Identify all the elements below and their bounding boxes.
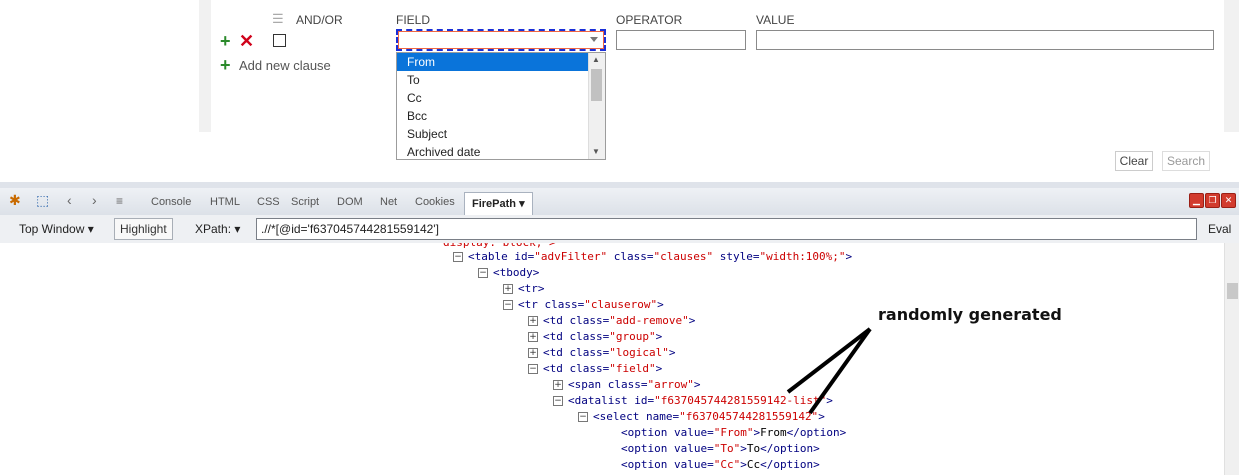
option-to[interactable]: To xyxy=(397,71,590,89)
tree-node[interactable]: <td class="group"> xyxy=(543,329,662,345)
option-from[interactable]: From xyxy=(397,53,590,71)
tree-node[interactable]: <option value="From">From</option> xyxy=(621,425,846,441)
collapse-icon[interactable]: − xyxy=(453,252,463,262)
tree-node[interactable]: <td class="add-remove"> xyxy=(543,313,695,329)
forward-icon[interactable]: › xyxy=(92,192,97,208)
chevron-down-icon[interactable]: ▼ xyxy=(592,147,600,156)
expand-icon[interactable]: + xyxy=(528,332,538,342)
tree-node[interactable]: <span class="arrow"> xyxy=(568,377,700,393)
highlight-button[interactable]: Highlight xyxy=(114,218,173,240)
tree-scrollbar[interactable] xyxy=(1224,243,1239,475)
close-icon[interactable]: ✕ xyxy=(1221,193,1236,208)
collapse-icon[interactable]: − xyxy=(528,364,538,374)
option-archived-date[interactable]: Archived date xyxy=(397,143,590,159)
command-line-icon[interactable]: ≡ xyxy=(116,194,123,208)
xpath-input[interactable]: .//*[@id='f637045744281559142'] xyxy=(256,218,1197,240)
tab-css[interactable]: CSS xyxy=(257,196,280,208)
andor-header: AND/OR xyxy=(296,13,343,27)
tab-firepath-label: FirePath xyxy=(472,198,517,210)
search-button[interactable]: Search xyxy=(1162,151,1210,171)
field-dropdown-list[interactable]: From To Cc Bcc Subject Archived date ▲ ▼ xyxy=(396,52,606,160)
annotation-arrows xyxy=(786,327,872,415)
collapse-icon[interactable]: − xyxy=(578,412,588,422)
back-icon[interactable]: ‹ xyxy=(67,192,72,208)
arrow-line xyxy=(786,327,872,394)
tab-script[interactable]: Script xyxy=(291,196,319,208)
value-input[interactable] xyxy=(756,30,1214,50)
collapse-icon[interactable]: − xyxy=(478,268,488,278)
detach-icon[interactable]: ❐ xyxy=(1205,193,1220,208)
tab-html[interactable]: HTML xyxy=(210,196,240,208)
scrollbar-thumb[interactable] xyxy=(591,69,602,101)
add-new-clause-link[interactable]: Add new clause xyxy=(239,58,331,73)
expand-icon[interactable]: + xyxy=(528,348,538,358)
field-header: FIELD xyxy=(396,13,431,27)
panel-edge xyxy=(1224,0,1239,132)
tab-console[interactable]: Console xyxy=(151,196,191,208)
group-checkbox[interactable] xyxy=(273,34,286,47)
firepath-toolbar: Top Window ▾ Highlight XPath: ▾ .//*[@id… xyxy=(0,215,1239,244)
tree-node[interactable]: <tr> xyxy=(518,281,545,297)
option-cc[interactable]: Cc xyxy=(397,89,590,107)
firebug-tabbar: ✱ ⬚ ‹ › ≡ Console HTML CSS Script DOM Ne… xyxy=(0,188,1239,216)
field-select[interactable] xyxy=(396,29,606,51)
collapse-icon[interactable]: − xyxy=(503,300,513,310)
tree-node[interactable]: <option value="Cc">Cc</option> xyxy=(621,457,820,473)
firebug-icon[interactable]: ✱ xyxy=(9,192,21,209)
tree-node[interactable]: <option value="To">To</option> xyxy=(621,441,820,457)
eval-button[interactable]: Eval xyxy=(1208,220,1231,238)
minimize-icon[interactable]: ▁ xyxy=(1189,193,1204,208)
chevron-up-icon[interactable]: ▲ xyxy=(592,55,600,64)
tab-net[interactable]: Net xyxy=(380,196,397,208)
tree-node[interactable]: <table id="advFilter" class="clauses" st… xyxy=(468,249,852,265)
value-header: VALUE xyxy=(756,13,795,27)
operator-input[interactable] xyxy=(616,30,746,50)
expand-icon[interactable]: + xyxy=(553,380,563,390)
tab-cookies[interactable]: Cookies xyxy=(415,196,455,208)
remove-clause-icon[interactable]: ✕ xyxy=(239,32,254,50)
group-icon[interactable]: ☰ xyxy=(272,12,286,26)
inspect-icon[interactable]: ⬚ xyxy=(36,192,49,209)
xpath-label: XPath: xyxy=(195,222,232,236)
annotation-label: randomly generated xyxy=(878,305,1062,324)
add-clause-icon[interactable]: + xyxy=(220,32,231,50)
add-new-clause-icon[interactable]: + xyxy=(220,56,231,74)
tab-firepath[interactable]: FirePath ▾ xyxy=(464,192,533,216)
tree-node[interactable]: <tbody> xyxy=(493,265,539,281)
expand-icon[interactable]: + xyxy=(503,284,513,294)
option-bcc[interactable]: Bcc xyxy=(397,107,590,125)
xpath-selector[interactable]: XPath: ▾ xyxy=(195,220,240,238)
expand-icon[interactable]: + xyxy=(528,316,538,326)
filter-panel xyxy=(199,0,1239,132)
window-selector-label: Top Window xyxy=(19,222,85,236)
html-tree: display: block;"> −<table id="advFilter"… xyxy=(0,243,1224,475)
scrollbar-thumb[interactable] xyxy=(1227,283,1238,299)
tab-dom[interactable]: DOM xyxy=(337,196,363,208)
dropdown-scrollbar[interactable]: ▲ ▼ xyxy=(588,53,605,159)
option-subject[interactable]: Subject xyxy=(397,125,590,143)
collapse-icon[interactable]: − xyxy=(553,396,563,406)
tree-node[interactable]: <td class="logical"> xyxy=(543,345,675,361)
chevron-down-icon xyxy=(590,37,598,42)
window-selector[interactable]: Top Window ▾ xyxy=(19,220,94,238)
clear-button[interactable]: Clear xyxy=(1115,151,1153,171)
tree-node[interactable]: <td class="field"> xyxy=(543,361,662,377)
operator-header: OPERATOR xyxy=(616,13,683,27)
arrow-line xyxy=(808,327,872,415)
tree-node[interactable]: <tr class="clauserow"> xyxy=(518,297,664,313)
